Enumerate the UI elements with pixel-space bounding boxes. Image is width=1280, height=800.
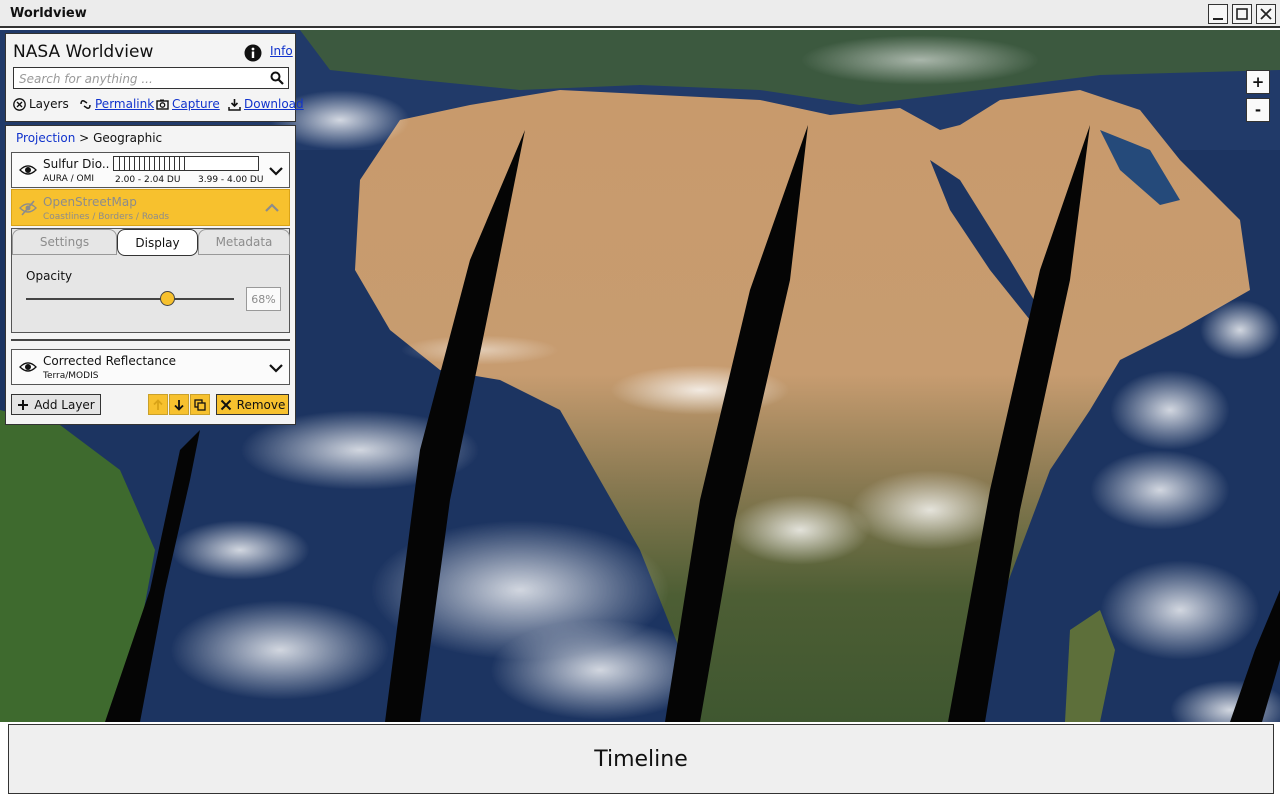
eye-slash-icon[interactable] [19,200,37,216]
eye-icon[interactable] [19,164,37,176]
search-box [13,67,289,89]
info-link[interactable]: Info [270,44,293,58]
timeline-label: Timeline [594,746,688,772]
layers-panel: Projection > Geographic Sulfur Dio.. AUR… [5,125,296,425]
add-layer-label: Add Layer [34,397,95,412]
layers-label: Layers [29,97,69,111]
window-titlebar: Worldview [0,0,1280,28]
layer-name: OpenStreetMap [43,195,137,209]
eye-icon[interactable] [19,361,37,373]
close-circle-icon [13,97,26,111]
layer-source: Terra/MODIS [43,371,99,381]
timeline-panel[interactable]: Timeline [8,724,1274,794]
layer-name: Corrected Reflectance [43,354,176,368]
divider [11,339,290,341]
opacity-slider-track[interactable] [26,298,234,300]
download-icon [228,98,241,111]
copy-icon [194,398,206,411]
tab-metadata[interactable]: Metadata [198,229,290,255]
legend-range-high: 3.99 - 4.00 DU [198,175,264,185]
breadcrumb: Projection > Geographic [16,131,162,145]
tab-display[interactable]: Display [117,229,198,256]
download-link[interactable]: Download [228,97,304,111]
maximize-button[interactable] [1232,4,1252,24]
move-layer-up-button[interactable] [148,394,168,415]
zoom-controls: + - [1246,70,1270,122]
layer-name: Sulfur Dio.. [43,157,110,171]
camera-icon [156,99,169,110]
app-title: NASA Worldview [13,42,154,62]
projection-link[interactable]: Projection [16,131,75,145]
capture-label: Capture [172,97,220,111]
layer-row-sulfur-dioxide[interactable]: Sulfur Dio.. AURA / OMI 2.00 - 2.04 DU 3… [11,152,290,188]
add-layer-button[interactable]: Add Layer [11,394,101,415]
maximize-icon [1236,8,1248,20]
layer-legend-bar[interactable] [113,156,259,171]
breadcrumb-current: Geographic [93,131,163,145]
chevron-down-icon[interactable] [269,363,283,373]
remove-label: Remove [236,397,286,412]
plus-icon [18,399,29,410]
remove-layer-button[interactable]: Remove [216,394,289,415]
search-input[interactable] [19,69,259,89]
zoom-in-button[interactable]: + [1246,70,1270,94]
capture-link[interactable]: Capture [156,97,220,111]
minimize-icon [1213,18,1223,20]
layer-source: AURA / OMI [43,174,95,184]
breadcrumb-separator: > [79,131,90,145]
opacity-label: Opacity [26,269,73,283]
app-header-panel: NASA Worldview Info Layers Permalink [5,33,304,122]
minimize-button[interactable] [1208,4,1228,24]
arrow-up-icon [153,398,163,410]
permalink-label: Permalink [95,97,155,111]
search-icon[interactable] [270,71,284,85]
layer-row-openstreetmap[interactable]: OpenStreetMap Coastlines / Borders / Roa… [11,189,290,226]
layer-row-corrected-reflectance[interactable]: Corrected Reflectance Terra/MODIS [11,349,290,385]
legend-range-low: 2.00 - 2.04 DU [115,175,181,185]
copy-layer-button[interactable] [190,394,210,415]
close-icon [1260,8,1272,20]
close-button[interactable] [1256,4,1276,24]
opacity-value: 68% [246,287,281,311]
chevron-up-icon[interactable] [265,203,279,213]
download-label: Download [244,97,304,111]
tab-settings[interactable]: Settings [12,229,117,255]
layer-source: Coastlines / Borders / Roads [43,212,170,222]
chevron-down-icon[interactable] [269,166,283,176]
info-icon[interactable] [244,44,262,62]
layer-settings-panel: Settings Display Metadata Opacity 68% [11,228,290,333]
header-toolbar: Layers Permalink Capture Download [13,97,304,115]
layers-toggle[interactable]: Layers [13,97,69,111]
zoom-out-button[interactable]: - [1246,98,1270,122]
x-icon [220,399,231,410]
permalink-link[interactable]: Permalink [79,97,154,111]
move-layer-down-button[interactable] [169,394,189,415]
arrow-down-icon [174,399,184,411]
window-title: Worldview [10,6,87,21]
opacity-slider-thumb[interactable] [160,291,176,306]
link-icon [80,99,91,109]
